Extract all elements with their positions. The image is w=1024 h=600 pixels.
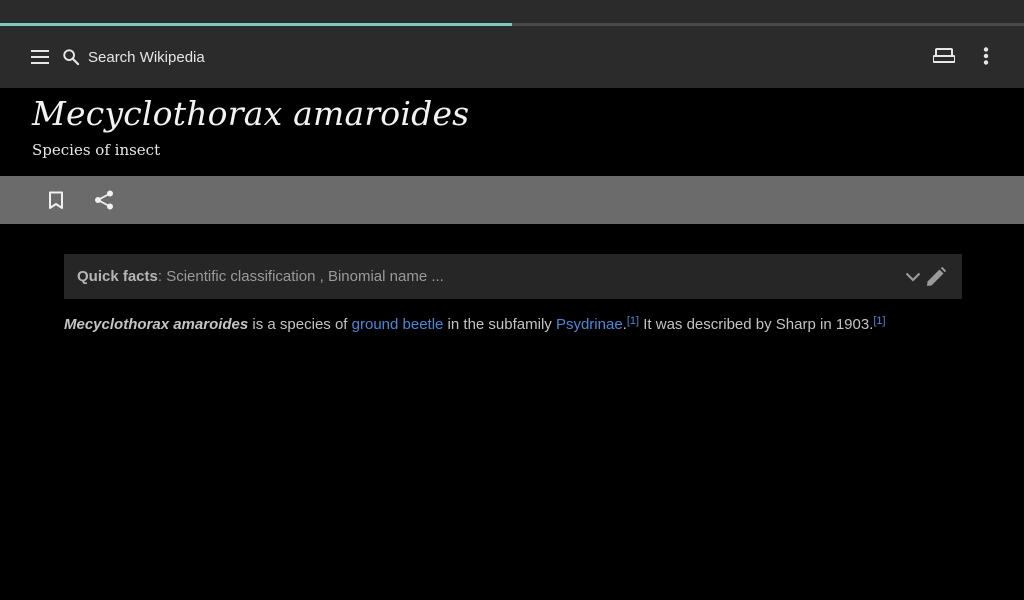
page-title: Mecyclothorax amaroides: [32, 94, 470, 133]
bookmark-icon[interactable]: [36, 180, 76, 220]
lead-text-1: is a species of: [248, 316, 352, 333]
quick-facts-text: Quick facts: Scientific classification ,…: [77, 268, 444, 285]
article-header: Mecyclothorax amaroides Species of insec…: [0, 88, 1024, 176]
article-subject: Mecyclothorax amaroides: [64, 316, 249, 333]
search-input[interactable]: Search Wikipedia: [88, 49, 205, 66]
more-vertical-icon[interactable]: [966, 36, 1006, 76]
article-action-bar: [0, 176, 1024, 224]
quick-facts-label: Quick facts: [77, 268, 158, 285]
pencil-icon[interactable]: [916, 257, 956, 297]
quick-facts-separator: :: [157, 268, 167, 285]
search-bar[interactable]: Search Wikipedia: [62, 37, 462, 77]
reference-1-sup: [1]: [627, 315, 639, 327]
top-strip: [0, 0, 1024, 24]
reading-list-icon[interactable]: [924, 36, 964, 76]
page-subtitle: Species of insect: [32, 141, 161, 159]
reference-link-2[interactable]: [1]: [873, 315, 885, 327]
menu-icon[interactable]: [20, 37, 60, 77]
lead-text-4: It was described by Sharp in 1903.: [639, 316, 874, 333]
quick-facts-summary: Scientific classification , Binomial nam…: [166, 268, 444, 285]
reference-link-1[interactable]: [1]: [627, 315, 639, 327]
link-ground-beetle[interactable]: ground beetle: [352, 316, 444, 333]
quick-facts-box[interactable]: Quick facts: Scientific classification ,…: [64, 254, 962, 299]
lead-text-2: in the subfamily: [443, 316, 556, 333]
link-psydrinae[interactable]: Psydrinae: [556, 316, 623, 333]
reference-2-sup: [1]: [873, 315, 885, 327]
share-icon[interactable]: [84, 180, 124, 220]
search-icon: [62, 48, 80, 66]
article-lead-paragraph: Mecyclothorax amaroides is a species of …: [64, 313, 964, 337]
toolbar: Search Wikipedia: [0, 26, 1024, 88]
